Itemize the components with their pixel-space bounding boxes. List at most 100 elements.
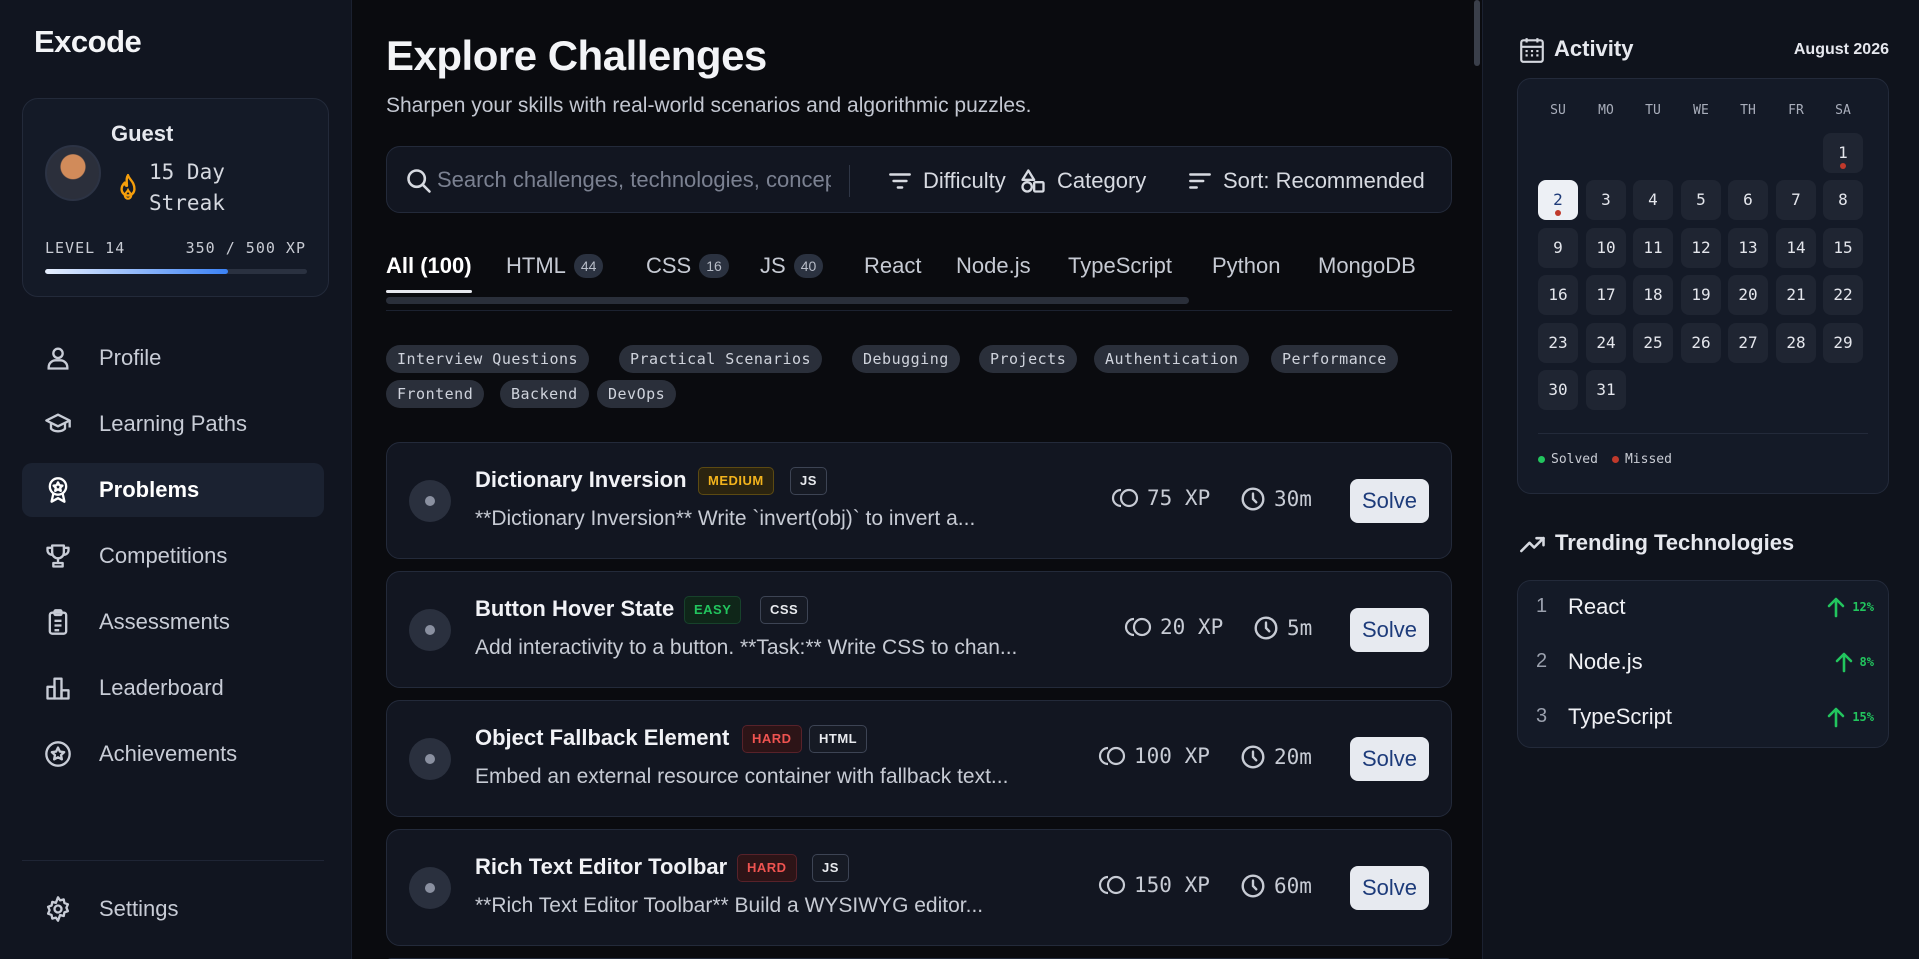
calendar-day[interactable]: 28	[1776, 323, 1816, 363]
tab-python[interactable]: Python	[1212, 253, 1281, 279]
calendar-day[interactable]: 22	[1823, 275, 1863, 315]
trending-item[interactable]: 3 TypeScript 15%	[1518, 691, 1890, 746]
calendar-day[interactable]: 31	[1586, 370, 1626, 410]
legend-solved: Solved	[1538, 452, 1598, 467]
sidebar-item-competitions[interactable]: Competitions	[22, 529, 324, 583]
tab-mongodb[interactable]: MongoDB	[1318, 253, 1416, 279]
flame-icon	[115, 173, 141, 203]
calendar-day[interactable]: 3	[1586, 180, 1626, 220]
solve-button[interactable]: Solve	[1350, 866, 1429, 910]
calendar-day[interactable]: 11	[1633, 228, 1673, 268]
calendar-month[interactable]: August 2026	[1794, 41, 1889, 59]
sidebar-item-assessments[interactable]: Assessments	[22, 595, 324, 649]
growth-value: 15%	[1852, 710, 1874, 724]
main-scrollbar[interactable]	[1474, 0, 1480, 66]
chip[interactable]: Debugging	[852, 345, 960, 373]
tab-js[interactable]: JS 40	[760, 253, 824, 279]
calendar-day[interactable]: 13	[1728, 228, 1768, 268]
sidebar-item-label: Problems	[99, 477, 200, 502]
difficulty-filter[interactable]: Difficulty	[887, 165, 1006, 197]
chip[interactable]: Interview Questions	[386, 345, 590, 373]
sidebar-item-problems[interactable]: Problems	[22, 463, 324, 517]
challenge-card[interactable]: Dictionary Inversion MEDIUM JS **Diction…	[386, 442, 1452, 559]
chip[interactable]: Performance	[1271, 345, 1398, 373]
calendar-day[interactable]: 17	[1586, 275, 1626, 315]
chip[interactable]: Projects	[979, 345, 1078, 373]
profile-card[interactable]: Guest 15 Day Streak LEVEL 14 350 / 500 X…	[22, 98, 329, 297]
xp-icon	[1098, 744, 1128, 768]
xp-label: 350 / 500 XP	[185, 239, 306, 257]
challenge-card[interactable]: Button Hover State EASY CSS Add interact…	[386, 571, 1452, 688]
solve-button[interactable]: Solve	[1350, 737, 1429, 781]
main-content: Explore Challenges Sharpen your skills w…	[352, 0, 1482, 959]
calendar-day[interactable]: 30	[1538, 370, 1578, 410]
legend-missed: Missed	[1611, 452, 1672, 467]
calendar-day[interactable]: 1	[1823, 133, 1863, 173]
tab-css[interactable]: CSS 16	[646, 253, 729, 279]
calendar-day[interactable]: 24	[1586, 323, 1626, 363]
calendar-day[interactable]: 10	[1586, 228, 1626, 268]
calendar-day[interactable]: 26	[1681, 323, 1721, 363]
calendar-day[interactable]: 18	[1633, 275, 1673, 315]
sort-dropdown[interactable]: Sort: Recommended	[1187, 165, 1425, 197]
tab-nodejs[interactable]: Node.js	[956, 253, 1031, 279]
search-input[interactable]	[437, 161, 831, 199]
sidebar-item-achievements[interactable]: Achievements	[22, 727, 324, 781]
calendar-day[interactable]: 29	[1823, 323, 1863, 363]
solve-button[interactable]: Solve	[1350, 608, 1429, 652]
avatar[interactable]	[45, 145, 101, 201]
calendar-day[interactable]: 14	[1776, 228, 1816, 268]
status-indicator	[409, 738, 451, 780]
calendar-day[interactable]: 23	[1538, 323, 1578, 363]
challenge-card[interactable]: Rich Text Editor Toolbar HARD JS **Rich …	[386, 829, 1452, 946]
chip[interactable]: DevOps	[597, 380, 677, 408]
chip[interactable]: Authentication	[1094, 345, 1250, 373]
divider	[1538, 433, 1868, 434]
trending-item[interactable]: 1 React 12%	[1518, 581, 1890, 636]
solve-button[interactable]: Solve	[1350, 479, 1429, 523]
calendar-day[interactable]: 20	[1728, 275, 1768, 315]
tab-html[interactable]: HTML 44	[506, 253, 604, 279]
chip[interactable]: Practical Scenarios	[619, 345, 823, 373]
calendar-day[interactable]: 4	[1633, 180, 1673, 220]
sidebar-item-learning-paths[interactable]: Learning Paths	[22, 397, 324, 451]
sidebar-item-settings[interactable]: Settings	[22, 882, 324, 936]
challenge-card[interactable]: Object Fallback Element HARD HTML Embed …	[386, 700, 1452, 817]
growth-value: 12%	[1852, 600, 1874, 614]
calendar-day[interactable]: 25	[1633, 323, 1673, 363]
xp-icon	[1098, 873, 1128, 897]
calendar-day[interactable]: 8	[1823, 180, 1863, 220]
category-filter[interactable]: Category	[1019, 165, 1146, 197]
calendar-day[interactable]: 16	[1538, 275, 1578, 315]
trending-item[interactable]: 2 Node.js 8%	[1518, 636, 1890, 691]
chip[interactable]: Backend	[500, 380, 589, 408]
tech-badge: JS	[812, 854, 849, 882]
calendar-day[interactable]: 7	[1776, 180, 1816, 220]
weekday-label: FR	[1788, 103, 1804, 118]
search-bar: Difficulty Category Sort: Recommended	[386, 146, 1452, 213]
arrow-up-icon	[1824, 595, 1848, 619]
calendar-day[interactable]: 12	[1681, 228, 1721, 268]
page-subtitle: Sharpen your skills with real-world scen…	[386, 94, 1032, 117]
challenge-description: **Dictionary Inversion** Write `invert(o…	[475, 507, 976, 530]
calendar-day[interactable]: 5	[1681, 180, 1721, 220]
calendar-day[interactable]: 19	[1681, 275, 1721, 315]
sidebar-item-profile[interactable]: Profile	[22, 331, 324, 385]
xp-value: 150 XP	[1134, 873, 1210, 897]
calendar-day-today[interactable]: 2	[1538, 180, 1578, 220]
xp-progress-fill	[45, 269, 229, 274]
tabs-scrollbar[interactable]	[386, 297, 1189, 304]
chip[interactable]: Frontend	[386, 380, 485, 408]
time-estimate: 5m	[1253, 615, 1312, 641]
calendar-day[interactable]: 27	[1728, 323, 1768, 363]
calendar-day[interactable]: 6	[1728, 180, 1768, 220]
app-logo[interactable]: Excode	[34, 24, 142, 60]
calendar-day[interactable]: 9	[1538, 228, 1578, 268]
tab-all[interactable]: All (100)	[386, 253, 472, 279]
calendar-day[interactable]: 21	[1776, 275, 1816, 315]
tab-react[interactable]: React	[864, 253, 921, 279]
tab-typescript[interactable]: TypeScript	[1068, 253, 1172, 279]
calendar-day[interactable]: 15	[1823, 228, 1863, 268]
difficulty-badge: HARD	[742, 725, 802, 753]
sidebar-item-leaderboard[interactable]: Leaderboard	[22, 661, 324, 715]
